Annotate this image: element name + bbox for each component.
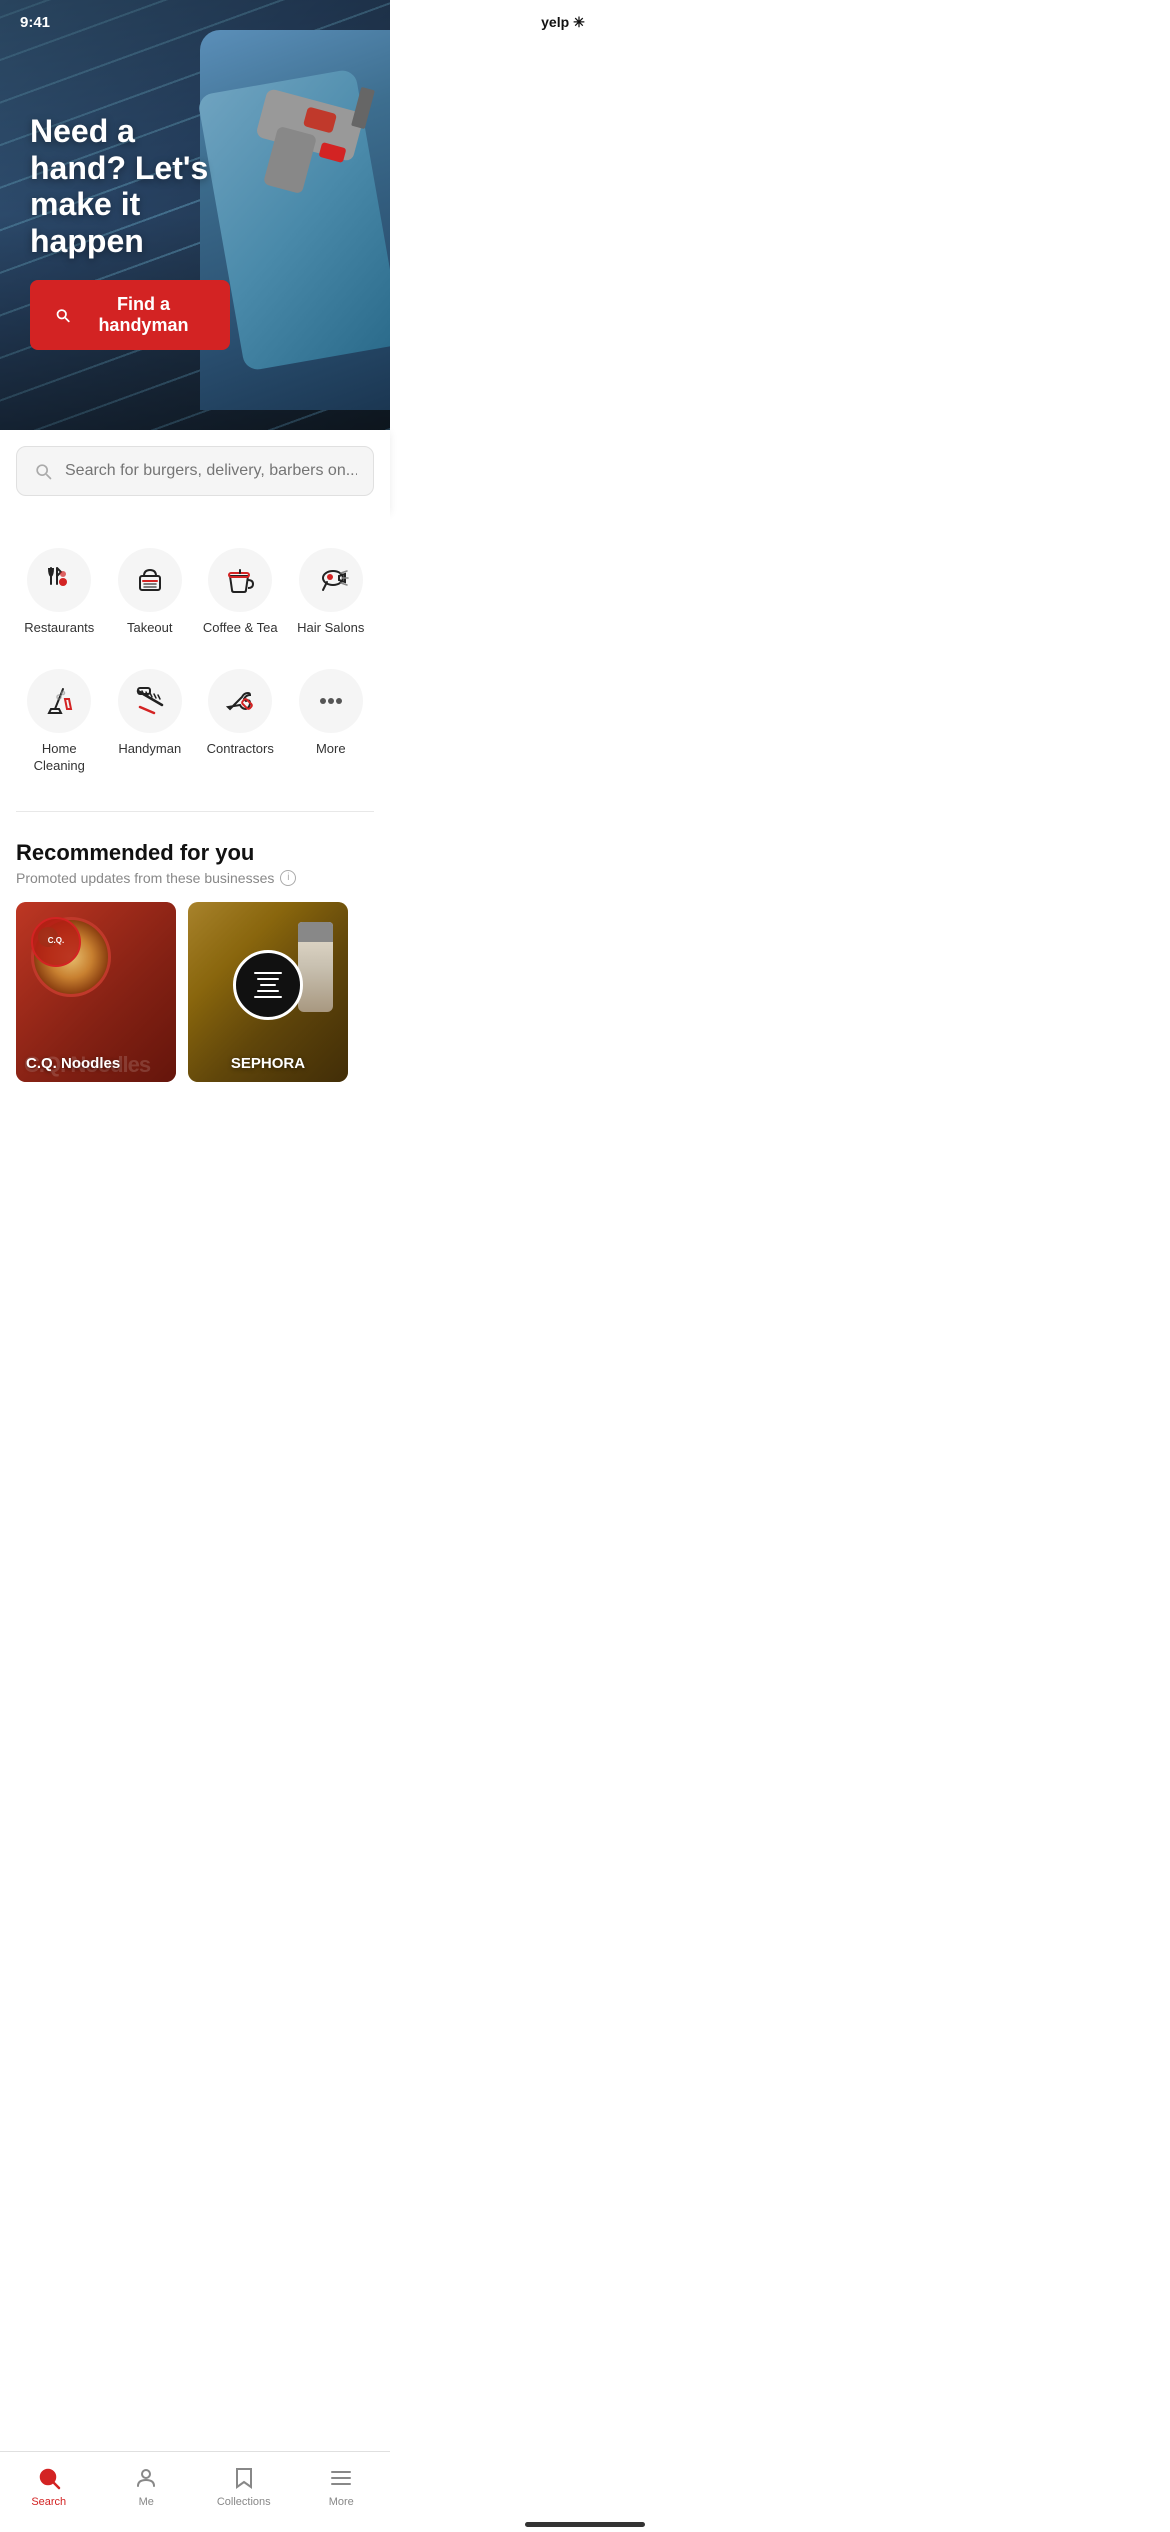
search-section: [0, 430, 390, 512]
bottom-navigation: Search Me Collections More: [0, 2451, 390, 2532]
category-handyman[interactable]: Handyman: [107, 657, 194, 787]
nav-collections[interactable]: Collections: [195, 2460, 293, 2512]
contractors-icon-wrap: [208, 669, 272, 733]
more-icon: [313, 683, 349, 719]
search-nav-svg: [37, 2466, 61, 2490]
sephora-name: SEPHORA: [198, 1055, 338, 1072]
me-nav-label: Me: [139, 2496, 154, 2508]
find-handyman-button[interactable]: Find a handyman: [30, 280, 230, 350]
nav-search[interactable]: Search: [0, 2460, 98, 2512]
home-indicator: [525, 2522, 645, 2527]
sephora-line-5: [254, 996, 282, 998]
restaurants-icon: [41, 562, 77, 598]
hero-title: Need a hand? Let's make it happen: [30, 113, 230, 260]
sephora-line-2: [257, 978, 279, 980]
cq-logo-text: C.Q.: [48, 937, 64, 946]
business-cards-row: C.Q. C.Q. Noodles C.Q. Noodles: [16, 902, 374, 1086]
product-cap: [298, 922, 333, 942]
takeout-icon-wrap: [118, 548, 182, 612]
status-bar: 9:41 yelp ✳: [0, 0, 1170, 44]
more-nav-svg: [329, 2466, 353, 2490]
search-bar[interactable]: [16, 446, 374, 496]
yelp-burst-icon: ✳: [573, 14, 585, 31]
recommended-section: Recommended for you Promoted updates fro…: [0, 820, 390, 1102]
me-nav-icon: [132, 2464, 160, 2492]
category-contractors[interactable]: Contractors: [197, 657, 284, 787]
search-input[interactable]: [65, 462, 357, 480]
sephora-product: [298, 922, 333, 1012]
more-categories-label: More: [316, 741, 346, 758]
category-restaurants[interactable]: Restaurants: [16, 536, 103, 649]
section-divider: [16, 811, 374, 812]
categories-section: Restaurants Takeout: [0, 512, 390, 803]
sephora-line-4: [257, 990, 279, 992]
category-grid: Restaurants Takeout: [16, 536, 374, 787]
business-card-cq-noodles[interactable]: C.Q. C.Q. Noodles C.Q. Noodles: [16, 902, 176, 1082]
info-icon[interactable]: i: [280, 870, 296, 886]
promoted-text: Promoted updates from these businesses: [16, 870, 274, 886]
search-icon: [54, 305, 71, 325]
cleaning-icon: [41, 683, 77, 719]
search-nav-label: Search: [31, 2496, 66, 2508]
me-nav-svg: [134, 2466, 158, 2490]
bottom-spacer: [0, 1102, 390, 1202]
cq-logo-circle: C.Q.: [31, 917, 81, 967]
hero-content: Need a hand? Let's make it happen Find a…: [30, 113, 230, 350]
business-card-sephora[interactable]: SEPHORA: [188, 902, 348, 1082]
hair-label: Hair Salons: [297, 620, 364, 637]
collections-nav-svg: [232, 2466, 256, 2490]
hair-icon-wrap: [299, 548, 363, 612]
cq-noodles-name: C.Q. Noodles: [26, 1055, 166, 1072]
coffee-icon-wrap: [208, 548, 272, 612]
hair-icon: [313, 562, 349, 598]
coffee-label: Coffee & Tea: [203, 620, 278, 637]
restaurants-label: Restaurants: [24, 620, 94, 637]
takeout-icon: [132, 562, 168, 598]
recommended-subtitle: Promoted updates from these businesses i: [16, 870, 374, 886]
sephora-line-1: [254, 972, 282, 974]
battery-icon: [1124, 15, 1150, 29]
more-nav-label: More: [329, 2496, 354, 2508]
nav-me[interactable]: Me: [98, 2460, 196, 2512]
wifi-icon: [1100, 15, 1118, 29]
coffee-icon: [222, 562, 258, 598]
signal-icon: [1076, 15, 1094, 29]
collections-nav-label: Collections: [217, 2496, 271, 2508]
collections-nav-icon: [230, 2464, 258, 2492]
logo-text: yelp: [541, 14, 569, 30]
status-icons: [1076, 15, 1150, 29]
sephora-lines: [254, 972, 282, 998]
handyman-label: Handyman: [118, 741, 181, 758]
restaurants-icon-wrap: [27, 548, 91, 612]
more-icon-wrap: [299, 669, 363, 733]
handyman-icon-wrap: [118, 669, 182, 733]
more-nav-icon: [327, 2464, 355, 2492]
cleaning-icon-wrap: [27, 669, 91, 733]
category-cleaning[interactable]: Home Cleaning: [16, 657, 103, 787]
status-time: 9:41: [20, 14, 50, 31]
search-bar-icon: [33, 461, 53, 481]
find-handyman-label: Find a handyman: [81, 294, 206, 336]
yelp-logo: yelp ✳: [529, 10, 597, 35]
handyman-icon: [132, 683, 168, 719]
contractors-label: Contractors: [207, 741, 274, 758]
nav-more[interactable]: More: [293, 2460, 391, 2512]
sephora-line-3: [260, 984, 276, 986]
search-nav-icon: [35, 2464, 63, 2492]
category-hair[interactable]: Hair Salons: [288, 536, 375, 649]
hero-section: Need a hand? Let's make it happen Find a…: [0, 0, 390, 430]
contractors-icon: [222, 683, 258, 719]
recommended-title: Recommended for you: [16, 840, 374, 866]
sephora-logo-circle: [233, 950, 303, 1020]
cleaning-label: Home Cleaning: [20, 741, 99, 775]
takeout-label: Takeout: [127, 620, 173, 637]
category-takeout[interactable]: Takeout: [107, 536, 194, 649]
category-more[interactable]: More: [288, 657, 375, 787]
category-coffee[interactable]: Coffee & Tea: [197, 536, 284, 649]
